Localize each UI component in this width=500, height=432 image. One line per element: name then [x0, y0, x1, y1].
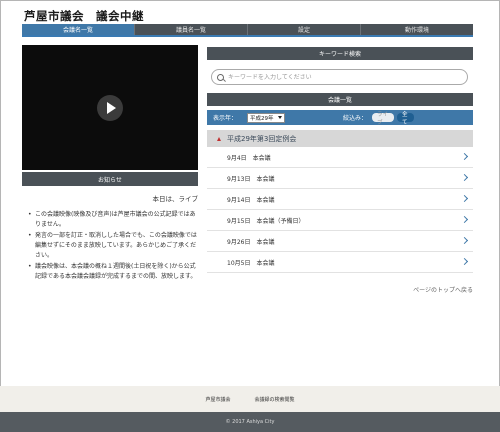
filter-all-button[interactable]: 全て [397, 112, 415, 126]
notes-list: この会議映像(映像及び音声)は芦屋市議会の公式記録ではありません。 発言の一部を… [28, 210, 200, 283]
keyword-search-header: キーワード検索 [207, 47, 473, 60]
meeting-item[interactable]: 9月15日 本会議（予備日） [207, 210, 473, 231]
meeting-label: 9月4日 本会議 [227, 154, 271, 162]
nav-item-settings[interactable]: 設定 [248, 24, 361, 35]
chevron-right-icon [460, 173, 469, 182]
search-input[interactable] [228, 73, 448, 81]
meeting-label: 9月26日 本会議 [227, 238, 275, 246]
copyright-text: © 2017 Ashiya City [225, 419, 275, 425]
search-box[interactable] [211, 69, 468, 85]
meeting-label: 9月13日 本会議 [227, 175, 275, 183]
note-item: 発言の一部を訂正・取消しした場合でも、この会議映像では編集せずにそのまま放映して… [28, 231, 200, 261]
filter-live-button[interactable]: ライブ [372, 112, 395, 126]
meeting-item[interactable]: 9月4日 本会議 [207, 147, 473, 168]
footer-link-council[interactable]: 芦屋市議会 [205, 396, 230, 403]
meeting-item[interactable]: 9月14日 本会議 [207, 189, 473, 210]
note-item: 議会映像は、本会議の概ね１週間後(土日祝を除く)から公式記録である本会議会議録が… [28, 262, 200, 282]
meeting-label: 9月15日 本会議（予備日） [227, 217, 305, 225]
meeting-item[interactable]: 9月13日 本会議 [207, 168, 473, 189]
collapse-triangle-icon [217, 136, 221, 141]
session-title: 平成29年第3回定例会 [227, 134, 297, 143]
nav-item-meeting-list[interactable]: 会議名一覧 [22, 24, 135, 35]
filter-row: 表示年： 平成29年 絞込み： ライブ 全て [207, 110, 473, 126]
chevron-right-icon [460, 236, 469, 245]
meeting-item[interactable]: 9月26日 本会議 [207, 231, 473, 252]
main-nav: 会議名一覧 議員名一覧 設定 動作環境 [22, 24, 473, 37]
nav-item-environment[interactable]: 動作環境 [361, 24, 473, 35]
meeting-label: 10月5日 本会議 [227, 259, 275, 267]
chevron-right-icon [460, 152, 469, 161]
session-header[interactable]: 平成29年第3回定例会 [207, 130, 473, 147]
meeting-list: 9月4日 本会議 9月13日 本会議 9月14日 本会議 9月15日 本会議（予… [207, 147, 473, 273]
chevron-down-icon [278, 116, 283, 119]
copyright-bar: © 2017 Ashiya City [0, 412, 500, 432]
footer-links: 芦屋市議会 会議録の検索閲覧 [0, 386, 500, 412]
play-icon[interactable] [97, 95, 123, 121]
notice-button[interactable]: お知らせ [22, 172, 198, 186]
chevron-right-icon [460, 215, 469, 224]
note-item: この会議映像(映像及び音声)は芦屋市議会の公式記録ではありません。 [28, 210, 200, 230]
today-status: 本日は、ライブ [152, 195, 199, 203]
footer-link-minutes[interactable]: 会議録の検索閲覧 [255, 396, 295, 403]
video-player[interactable] [22, 45, 198, 170]
search-icon [217, 73, 224, 81]
meeting-label: 9月14日 本会議 [227, 196, 275, 204]
year-select[interactable]: 平成29年 [247, 112, 286, 123]
chevron-right-icon [460, 194, 469, 203]
meeting-item[interactable]: 10月5日 本会議 [207, 252, 473, 273]
back-to-top-link[interactable]: ページのトップへ戻る [413, 285, 473, 294]
chevron-right-icon [460, 257, 469, 266]
year-label: 表示年： [213, 115, 238, 122]
year-select-value: 平成29年 [250, 115, 274, 122]
meeting-list-header: 会議一覧 [207, 93, 473, 106]
filter-label: 絞込み： [343, 115, 368, 122]
nav-item-member-list[interactable]: 議員名一覧 [135, 24, 248, 35]
site-title[interactable]: 芦屋市議会 議会中継 [24, 8, 144, 24]
